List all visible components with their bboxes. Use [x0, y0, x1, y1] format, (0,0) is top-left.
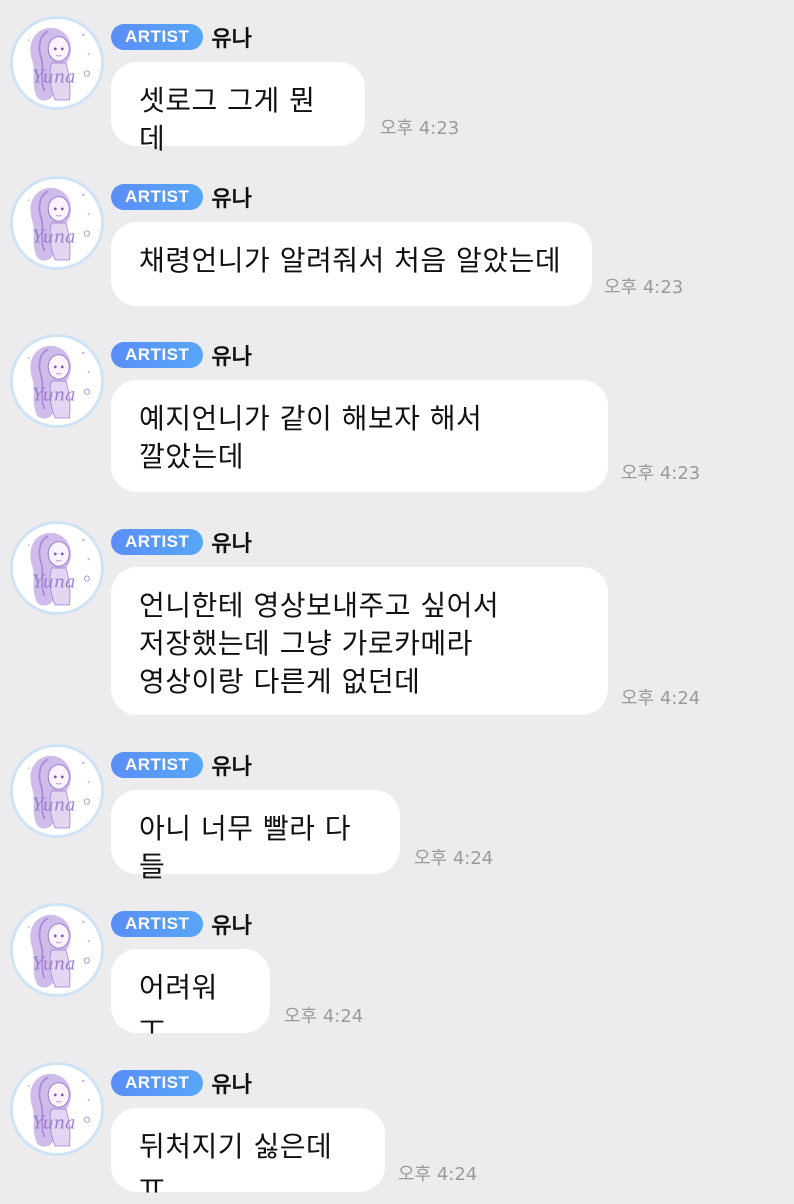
sender-row: ARTIST 유나 — [111, 527, 252, 557]
sender-name[interactable]: 유나 — [211, 339, 251, 371]
artist-badge: ARTIST — [111, 911, 204, 937]
message-text: 언니한테 영상보내주고 싶어서 저장했는데 그냥 가로카메라 영상이랑 다른게 … — [139, 589, 500, 698]
message-bubble[interactable]: 채령언니가 알려줘서 처음 알았는데 — [111, 222, 592, 306]
message-timestamp: 오후 4:23 — [621, 463, 701, 484]
message-text: 채령언니가 알려줘서 처음 알았는데 — [139, 244, 562, 277]
message-bubble[interactable]: 셋로그 그게 뭔데 — [111, 62, 365, 155]
message-text: 어려워ㅜ — [139, 971, 218, 1042]
artist-badge: ARTIST — [111, 529, 204, 555]
avatar[interactable] — [10, 903, 104, 997]
message-item: ARTIST 유나 채령언니가 알려줘서 처음 알았는데 오후 4:23 — [0, 170, 794, 306]
sender-row: ARTIST 유나 — [111, 22, 252, 52]
avatar[interactable] — [10, 16, 104, 110]
message-bubble[interactable]: 예지언니가 같이 해보자 해서 깔았는데 — [111, 380, 608, 492]
avatar[interactable] — [10, 744, 104, 838]
avatar[interactable] — [10, 334, 104, 428]
sender-name[interactable]: 유나 — [211, 1067, 251, 1099]
message-timestamp: 오후 4:23 — [380, 118, 460, 139]
message-item: ARTIST 유나 뒤처지기 싫은데ㅠ 오후 4:24 — [0, 1056, 794, 1201]
chat-list: ARTIST 유나 셋로그 그게 뭔데 오후 4:23 ARTIST 유나 채령… — [0, 0, 794, 1201]
sender-row: ARTIST 유나 — [111, 750, 252, 780]
message-text: 셋로그 그게 뭔데 — [139, 84, 316, 155]
message-text: 예지언니가 같이 해보자 해서 깔았는데 — [139, 402, 483, 473]
message-text: 뒤처지기 싫은데ㅠ — [139, 1130, 333, 1201]
message-item: ARTIST 유나 아니 너무 빨라 다들 오후 4:24 — [0, 738, 794, 883]
message-bubble[interactable]: 어려워ㅜ — [111, 949, 270, 1042]
sender-row: ARTIST 유나 — [111, 182, 252, 212]
sender-name[interactable]: 유나 — [211, 908, 251, 940]
artist-badge: ARTIST — [111, 342, 204, 368]
message-item: ARTIST 유나 언니한테 영상보내주고 싶어서 저장했는데 그냥 가로카메라… — [0, 515, 794, 725]
artist-badge: ARTIST — [111, 752, 204, 778]
sender-row: ARTIST 유나 — [111, 1068, 252, 1098]
message-timestamp: 오후 4:23 — [604, 277, 684, 298]
message-item: ARTIST 유나 셋로그 그게 뭔데 오후 4:23 — [0, 10, 794, 155]
message-timestamp: 오후 4:24 — [621, 688, 701, 709]
sender-name[interactable]: 유나 — [211, 749, 251, 781]
avatar[interactable] — [10, 1062, 104, 1156]
message-bubble[interactable]: 뒤처지기 싫은데ㅠ — [111, 1108, 385, 1201]
sender-name[interactable]: 유나 — [211, 181, 251, 213]
message-item: ARTIST 유나 예지언니가 같이 해보자 해서 깔았는데 오후 4:23 — [0, 328, 794, 498]
artist-badge: ARTIST — [111, 1070, 204, 1096]
avatar[interactable] — [10, 521, 104, 615]
message-text: 아니 너무 빨라 다들 — [139, 812, 352, 883]
message-timestamp: 오후 4:24 — [414, 848, 494, 869]
sender-name[interactable]: 유나 — [211, 21, 251, 53]
message-item: ARTIST 유나 어려워ㅜ 오후 4:24 — [0, 897, 794, 1042]
message-bubble[interactable]: 아니 너무 빨라 다들 — [111, 790, 400, 883]
avatar[interactable] — [10, 176, 104, 270]
message-bubble[interactable]: 언니한테 영상보내주고 싶어서 저장했는데 그냥 가로카메라 영상이랑 다른게 … — [111, 567, 608, 715]
sender-name[interactable]: 유나 — [211, 526, 251, 558]
artist-badge: ARTIST — [111, 184, 204, 210]
message-timestamp: 오후 4:24 — [284, 1006, 364, 1027]
artist-badge: ARTIST — [111, 24, 204, 50]
message-timestamp: 오후 4:24 — [398, 1164, 478, 1185]
sender-row: ARTIST 유나 — [111, 909, 252, 939]
sender-row: ARTIST 유나 — [111, 340, 252, 370]
